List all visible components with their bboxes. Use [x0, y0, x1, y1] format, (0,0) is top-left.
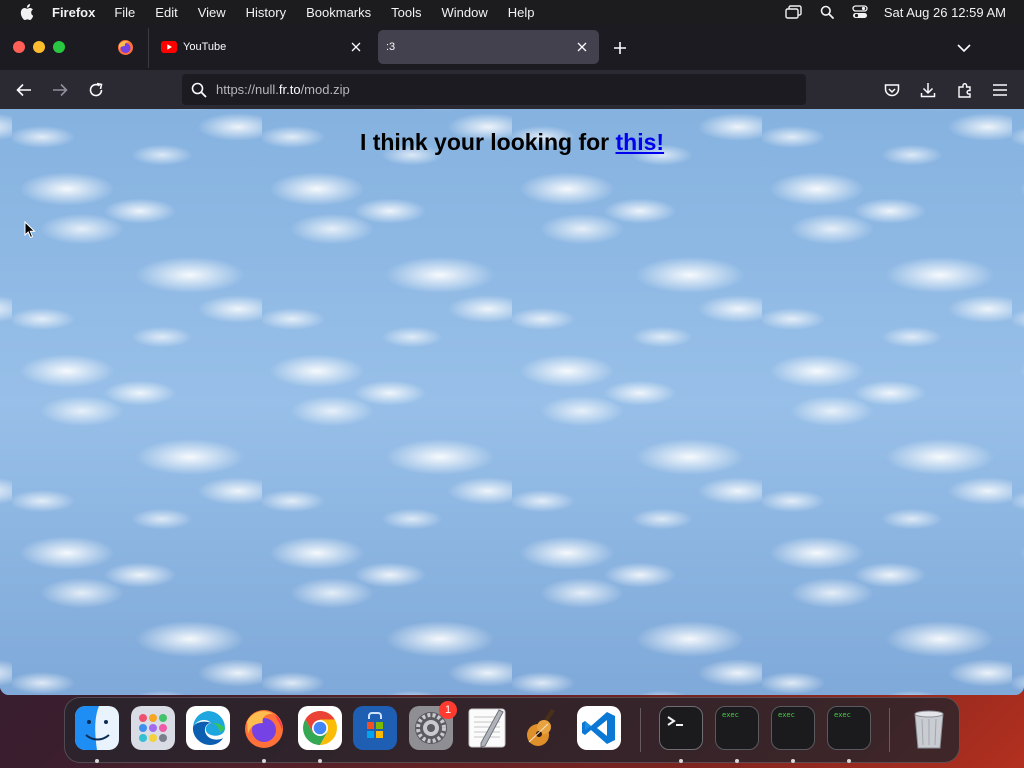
extensions-puzzle-icon[interactable]: [955, 80, 975, 100]
edge-icon: [186, 706, 230, 750]
mouse-cursor-icon: [24, 220, 36, 239]
window-zoom-button[interactable]: [53, 41, 65, 53]
dock-terminal[interactable]: [659, 706, 703, 750]
textedit-icon: [465, 706, 509, 750]
dock: 1 exec exec exec: [64, 697, 960, 763]
running-indicator: [95, 759, 99, 763]
url-domain: fr.to: [278, 82, 301, 97]
vscode-icon: [577, 706, 621, 750]
exec-label: exec: [834, 711, 851, 719]
menu-history[interactable]: History: [246, 5, 286, 20]
garageband-icon: [521, 706, 565, 750]
firefox-window: YouTube :3 https://null.fr.to/mod.zip I …: [0, 24, 1024, 695]
dock-edge[interactable]: [186, 706, 230, 750]
launchpad-icon: [131, 706, 175, 750]
downloads-icon[interactable]: [918, 80, 938, 100]
notification-badge: 1: [439, 701, 457, 719]
menu-bookmarks[interactable]: Bookmarks: [306, 5, 371, 20]
close-tab-icon[interactable]: [348, 39, 364, 55]
menu-view[interactable]: View: [198, 5, 226, 20]
spotlight-search-icon[interactable]: [818, 5, 836, 19]
dock-firefox[interactable]: [242, 706, 286, 750]
tab-strip: YouTube :3: [0, 24, 1024, 70]
menu-app-name[interactable]: Firefox: [52, 5, 95, 20]
close-tab-icon[interactable]: [574, 39, 590, 55]
youtube-icon: [161, 41, 177, 53]
running-indicator: [262, 759, 266, 763]
dock-exec-1[interactable]: exec: [715, 706, 759, 750]
search-icon: [191, 82, 207, 98]
menu-tools[interactable]: Tools: [391, 5, 421, 20]
trash-icon: [907, 706, 951, 750]
running-indicator: [847, 759, 851, 763]
menubar-clock[interactable]: Sat Aug 26 12:59 AM: [884, 5, 1006, 20]
menu-edit[interactable]: Edit: [155, 5, 177, 20]
hamburger-menu-icon[interactable]: [990, 80, 1010, 100]
control-center-icon[interactable]: [851, 5, 869, 19]
running-indicator: [679, 759, 683, 763]
menu-file[interactable]: File: [114, 5, 135, 20]
screen-mirroring-icon[interactable]: [785, 5, 803, 19]
window-minimize-button[interactable]: [33, 41, 45, 53]
navigation-toolbar: https://null.fr.to/mod.zip: [0, 70, 1024, 109]
dock-exec-2[interactable]: exec: [771, 706, 815, 750]
dock-chrome[interactable]: [298, 706, 342, 750]
dock-divider: [640, 708, 641, 752]
exec-icon: exec: [715, 706, 759, 750]
running-indicator: [791, 759, 795, 763]
apple-menu-icon[interactable]: [20, 4, 34, 20]
tab-active[interactable]: :3: [378, 30, 599, 64]
tab-title: :3: [386, 41, 396, 53]
pocket-icon[interactable]: [882, 80, 902, 100]
dock-divider: [889, 708, 890, 752]
dock-garageband[interactable]: [521, 706, 565, 750]
url-text[interactable]: https://null.fr.to/mod.zip: [216, 82, 350, 97]
terminal-icon: [659, 706, 703, 750]
running-indicator: [318, 759, 322, 763]
window-close-button[interactable]: [13, 41, 25, 53]
menu-window[interactable]: Window: [442, 5, 488, 20]
dock-exec-3[interactable]: exec: [827, 706, 871, 750]
url-path: /mod.zip: [300, 82, 350, 97]
menu-bar: Firefox File Edit View History Bookmarks…: [0, 0, 1024, 24]
url-prefix: https://null.: [216, 82, 279, 97]
dock-trash[interactable]: [907, 706, 951, 750]
list-all-tabs-chevron-icon[interactable]: [955, 39, 973, 57]
back-arrow-icon[interactable]: [14, 80, 34, 100]
chrome-icon: [298, 706, 342, 750]
page-headline: I think your looking for this!: [0, 129, 1024, 156]
dock-launchpad[interactable]: [131, 706, 175, 750]
tab-title: YouTube: [183, 41, 227, 53]
exec-icon: exec: [771, 706, 815, 750]
reload-icon[interactable]: [86, 80, 106, 100]
exec-icon: exec: [827, 706, 871, 750]
exec-label: exec: [722, 711, 739, 719]
running-indicator: [735, 759, 739, 763]
finder-icon: [75, 706, 119, 750]
menu-help[interactable]: Help: [508, 5, 535, 20]
forward-arrow-icon[interactable]: [50, 80, 70, 100]
dock-system-settings[interactable]: 1: [409, 701, 457, 750]
dock-microsoft-store[interactable]: [353, 706, 397, 750]
address-bar[interactable]: https://null.fr.to/mod.zip: [182, 74, 806, 105]
headline-text: I think your looking for: [359, 129, 616, 155]
this-link[interactable]: this!: [616, 129, 665, 155]
dock-vscode[interactable]: [577, 706, 621, 750]
tab-separator: [148, 28, 149, 68]
store-icon: [353, 706, 397, 750]
tab-youtube[interactable]: YouTube: [155, 30, 373, 64]
firefox-icon: [242, 706, 286, 750]
dock-finder[interactable]: [75, 706, 119, 750]
new-tab-plus-icon[interactable]: [611, 39, 629, 57]
firefox-view-icon[interactable]: [117, 39, 134, 56]
dock-textedit[interactable]: [465, 706, 509, 750]
exec-label: exec: [778, 711, 795, 719]
web-page-content: I think your looking for this!: [0, 109, 1024, 695]
